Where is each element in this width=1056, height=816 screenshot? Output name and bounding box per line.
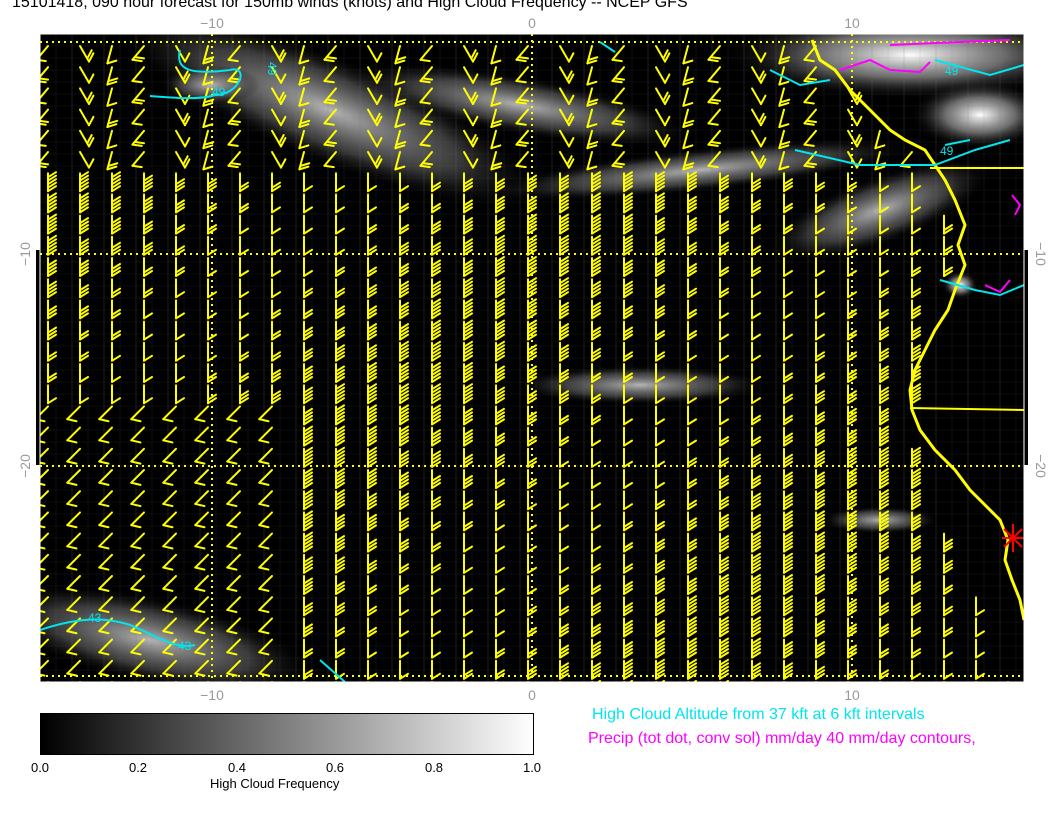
top-tick-label: 0: [528, 15, 536, 31]
wind-cloud-map: 49 49 43 43 49 49 −10 0 10 −10 0 10 −10 …: [0, 15, 1049, 700]
contour-label: 49: [212, 85, 226, 99]
contour-label: 43: [178, 639, 192, 653]
bottom-tick-label: 0: [528, 687, 536, 700]
left-tick-label: −10: [17, 242, 33, 266]
bottom-tick-label: −10: [200, 687, 224, 700]
colorbar-tick: 0.4: [227, 760, 247, 775]
right-tick-label: −20: [1033, 454, 1049, 478]
precip-legend: Precip (tot dot, conv sol) mm/day 40 mm/…: [588, 730, 976, 747]
left-tick-label: −20: [17, 454, 33, 478]
colorbar-tick: 0.0: [30, 760, 50, 775]
contour-label: 49: [940, 144, 954, 158]
top-tick-label: −10: [200, 15, 224, 31]
right-tick-label: −10: [1033, 242, 1049, 266]
cloud-altitude-legend: High Cloud Altitude from 37 kft at 6 kft…: [592, 706, 925, 723]
colorbar-tick: 0.2: [128, 760, 148, 775]
colorbar-tick: 1.0: [522, 760, 542, 775]
contour-label: 43: [88, 611, 102, 625]
contour-label: 49: [265, 62, 279, 76]
contour-label: 49: [945, 64, 959, 78]
colorbar-tick: 0.6: [325, 760, 345, 775]
colorbar-tick: 0.8: [424, 760, 444, 775]
colorbar-label: High Cloud Frequency: [210, 776, 340, 791]
top-tick-label: 10: [844, 15, 860, 31]
colorbar: [40, 713, 534, 755]
bottom-tick-label: 10: [844, 687, 860, 700]
